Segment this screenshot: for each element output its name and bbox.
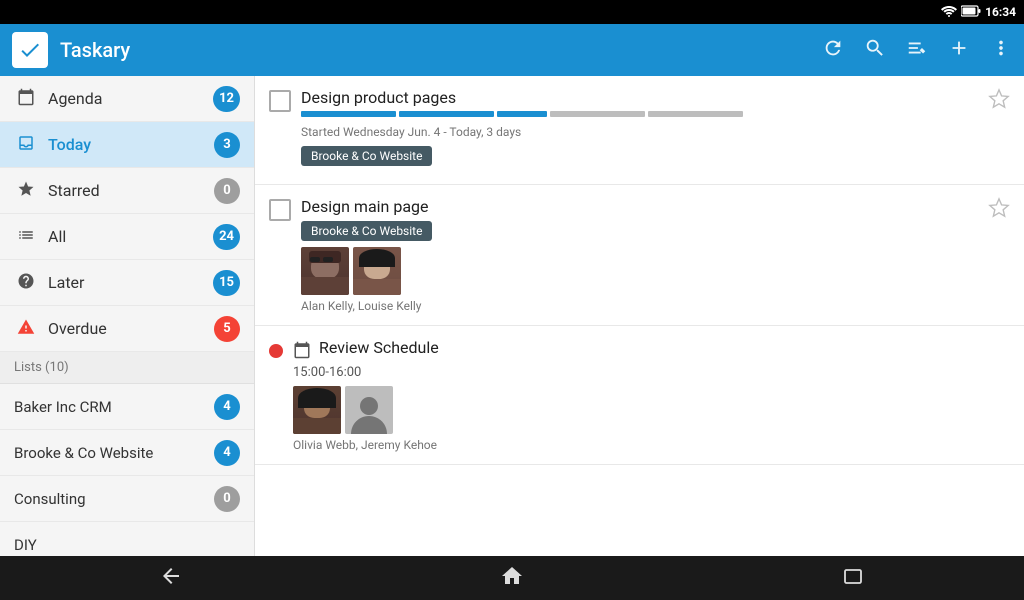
wifi-icon	[941, 5, 957, 20]
more-button[interactable]	[990, 37, 1012, 64]
consulting-label: Consulting	[14, 490, 214, 508]
task-avatars	[293, 386, 1010, 434]
starred-badge: 0	[214, 178, 240, 204]
edit-list-button[interactable]	[906, 37, 928, 64]
overdue-badge: 5	[214, 316, 240, 342]
today-badge: 3	[214, 132, 240, 158]
task-item: Design main page Brooke & Co Website	[255, 185, 1024, 326]
star-button[interactable]	[988, 197, 1010, 224]
task-title: Review Schedule	[319, 338, 439, 357]
content-area: Design product pages Started Wednesday J…	[254, 76, 1024, 556]
avatar	[353, 247, 401, 295]
task-avatars	[301, 247, 978, 295]
avatar	[345, 386, 393, 434]
list-item-baker[interactable]: Baker Inc CRM 4	[0, 384, 254, 430]
task-meta: Started Wednesday Jun. 4 - Today, 3 days	[301, 125, 978, 139]
calendar-icon	[14, 88, 38, 110]
avatar-names: Alan Kelly, Louise Kelly	[301, 299, 978, 313]
sidebar: Agenda 12 Today 3 Starred 0	[0, 76, 254, 556]
sidebar-item-agenda[interactable]: Agenda 12	[0, 76, 254, 122]
sidebar-item-starred[interactable]: Starred 0	[0, 168, 254, 214]
status-time: 16:34	[985, 5, 1016, 19]
app-title: Taskary	[60, 38, 822, 62]
task-title: Design product pages	[301, 88, 978, 107]
nav-bar	[0, 556, 1024, 600]
sidebar-item-later[interactable]: Later 15	[0, 260, 254, 306]
lists-header: Lists (10)	[0, 352, 254, 384]
recents-button[interactable]	[841, 564, 865, 593]
task-tag[interactable]: Brooke & Co Website	[301, 221, 432, 241]
sidebar-item-today[interactable]: Today 3	[0, 122, 254, 168]
progress-bar	[301, 111, 978, 117]
progress-segment	[550, 111, 645, 117]
list-item-consulting[interactable]: Consulting 0	[0, 476, 254, 522]
search-button[interactable]	[864, 37, 886, 64]
task-checkbox[interactable]	[269, 199, 291, 221]
task-checkbox[interactable]	[269, 90, 291, 112]
all-badge: 24	[213, 224, 240, 250]
progress-segment	[648, 111, 743, 117]
progress-segment	[497, 111, 547, 117]
agenda-label: Agenda	[48, 89, 213, 108]
brooke-label: Brooke & Co Website	[14, 444, 214, 462]
task-item: Review Schedule 15:00-16:00	[255, 326, 1024, 465]
add-button[interactable]	[948, 37, 970, 64]
progress-segment	[399, 111, 494, 117]
all-list-icon	[14, 226, 38, 248]
list-item-brooke[interactable]: Brooke & Co Website 4	[0, 430, 254, 476]
star-button[interactable]	[988, 88, 1010, 115]
header-actions	[822, 37, 1012, 64]
question-icon	[14, 272, 38, 294]
warning-icon	[14, 318, 38, 340]
main-layout: Agenda 12 Today 3 Starred 0	[0, 76, 1024, 556]
home-button[interactable]	[500, 564, 524, 593]
task-tag[interactable]: Brooke & Co Website	[301, 146, 432, 166]
task-item: Design product pages Started Wednesday J…	[255, 76, 1024, 185]
task-time: 15:00-16:00	[293, 365, 1010, 380]
starred-label: Starred	[48, 181, 214, 200]
sidebar-item-all[interactable]: All 24	[0, 214, 254, 260]
app-header: Taskary	[0, 24, 1024, 76]
task-title: Design main page	[301, 197, 978, 216]
brooke-badge: 4	[214, 440, 240, 466]
agenda-badge: 12	[213, 86, 240, 112]
refresh-button[interactable]	[822, 37, 844, 64]
diy-label: DIY	[14, 536, 240, 554]
list-item-diy[interactable]: DIY	[0, 522, 254, 556]
task-body: Design product pages Started Wednesday J…	[301, 88, 978, 172]
avatar	[293, 386, 341, 434]
avatar	[301, 247, 349, 295]
overdue-label: Overdue	[48, 319, 214, 338]
all-label: All	[48, 227, 213, 246]
back-button[interactable]	[159, 564, 183, 593]
app-logo	[12, 32, 48, 68]
consulting-badge: 0	[214, 486, 240, 512]
sidebar-item-overdue[interactable]: Overdue 5	[0, 306, 254, 352]
baker-badge: 4	[214, 394, 240, 420]
progress-segment	[301, 111, 396, 117]
inbox-icon	[14, 134, 38, 156]
today-label: Today	[48, 135, 214, 154]
battery-icon	[961, 5, 981, 20]
star-icon	[14, 180, 38, 202]
later-label: Later	[48, 273, 213, 292]
calendar-icon	[293, 341, 311, 359]
status-icons: 16:34	[941, 5, 1016, 20]
avatar-names: Olivia Webb, Jeremy Kehoe	[293, 438, 1010, 452]
task-body: Review Schedule 15:00-16:00	[293, 338, 1010, 452]
task-dot	[269, 344, 283, 358]
later-badge: 15	[213, 270, 240, 296]
status-bar: 16:34	[0, 0, 1024, 24]
task-body: Design main page Brooke & Co Website	[301, 197, 978, 313]
baker-label: Baker Inc CRM	[14, 398, 214, 416]
